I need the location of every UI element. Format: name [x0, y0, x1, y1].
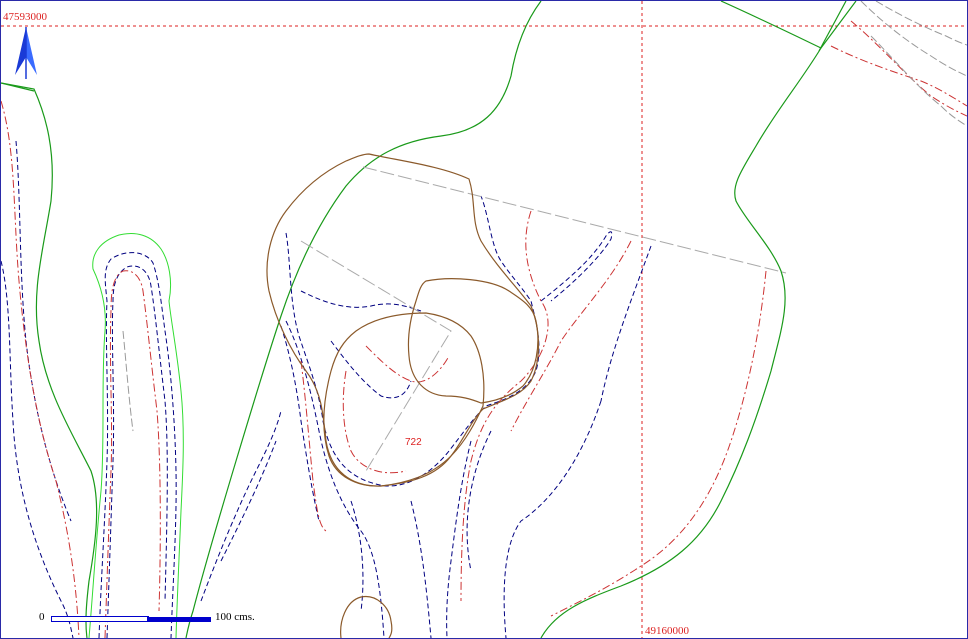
contour-red [850, 20, 967, 117]
north-arrow-head-right [26, 27, 37, 75]
contours-red [1, 20, 967, 638]
spot-height-label: 722 [405, 437, 422, 448]
contour-red [550, 270, 767, 617]
survey-lines [300, 166, 787, 472]
green-boundary-right [540, 47, 822, 638]
contour-blue [200, 410, 282, 602]
green-boundary-left-tick [1, 82, 35, 92]
survey-line [300, 240, 452, 472]
contour-red [830, 45, 967, 107]
contour-red [460, 210, 549, 602]
brown-outline-bottom [340, 595, 393, 638]
grid-label-northing: 47593000 [3, 11, 47, 23]
brown-outline-middle [407, 278, 539, 404]
survey-line [362, 166, 787, 274]
contour-red [365, 345, 450, 383]
contour-red [1, 100, 80, 638]
green-boundary-upper-right [720, 1, 857, 49]
ridge-outline-path [88, 233, 184, 638]
contour-blue [410, 500, 432, 638]
scale-bar-hollow-segment [51, 616, 149, 622]
contour-blue [350, 500, 364, 612]
north-arrow-head-left [15, 27, 26, 75]
grid-lines [1, 1, 967, 638]
contour-blue [106, 265, 168, 638]
contour-blue [300, 290, 422, 312]
contour-blue [540, 231, 613, 302]
contour-blue [280, 325, 320, 522]
brown-outline-inner [323, 312, 485, 487]
scale-bar-solid-segment [147, 617, 211, 622]
north-arrow-icon [15, 27, 37, 79]
brown-outline-large [266, 153, 540, 487]
grid-label-easting: 49160000 [645, 625, 689, 637]
scale-bar-track [51, 616, 213, 622]
green-boundary-left [1, 82, 98, 638]
map-viewport[interactable]: 47593000 49160000 722 0 100 cms. [0, 0, 968, 639]
ridge-outline [88, 233, 184, 638]
contour-grey [122, 330, 134, 432]
green-boundary-central [185, 1, 542, 638]
contour-blue [330, 340, 412, 399]
contour-blue [285, 320, 385, 638]
contour-red [342, 370, 407, 474]
contours-grey [122, 1, 967, 432]
green-boundaries [1, 1, 857, 638]
contour-blue [466, 430, 492, 572]
brown-outlines [266, 153, 540, 638]
contour-grey [870, 35, 967, 127]
map-canvas [1, 1, 967, 638]
contour-red [104, 270, 161, 638]
contour-blue [220, 440, 277, 562]
contour-blue [503, 400, 602, 638]
contour-grey [875, 1, 967, 46]
contour-blue [600, 245, 652, 402]
scale-bar: 0 100 cms. [39, 611, 279, 629]
scale-bar-start-label: 0 [39, 611, 45, 623]
scale-bar-end-label: 100 cms. [215, 611, 255, 623]
